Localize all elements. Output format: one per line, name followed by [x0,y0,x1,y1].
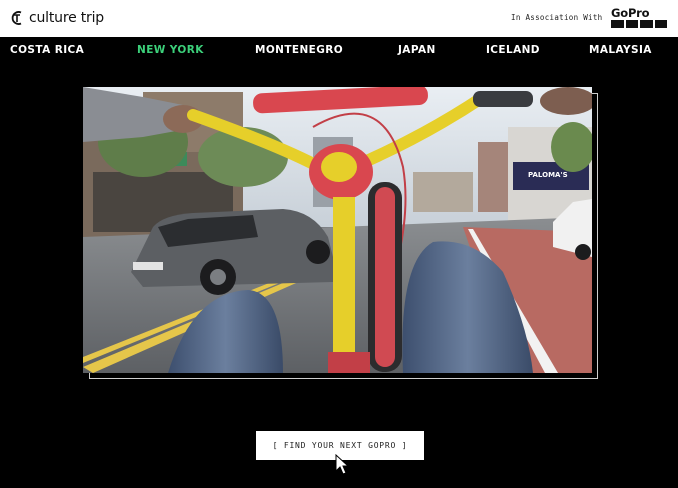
video-frame-illustration: PALOMA'S [83,87,592,373]
nav-item-costa-rica[interactable]: COSTA RICA [10,44,84,56]
video-player[interactable]: PALOMA'S [83,87,592,373]
gopro-logo-text: GoPro [611,6,650,20]
nav-item-iceland[interactable]: ICELAND [486,44,540,56]
association-label: In Association With [511,13,603,22]
logo-text: culture trip [29,10,104,26]
nav-item-new-york[interactable]: NEW YORK [137,44,204,56]
culture-trip-logo[interactable]: culture trip [10,8,104,28]
site-header: culture trip In Association With GoPro [0,0,678,37]
nav-item-malaysia[interactable]: MALAYSIA [589,44,652,56]
nav-item-montenegro[interactable]: MONTENEGRO [255,44,343,56]
destination-nav: COSTA RICA NEW YORK MONTENEGRO JAPAN ICE… [0,37,678,63]
storefront-sign-text: PALOMA'S [528,171,568,179]
gopro-logo-bars-icon [611,20,667,28]
gopro-logo[interactable]: GoPro [611,7,667,31]
nav-item-japan[interactable]: JAPAN [398,44,436,56]
culture-trip-logo-icon [11,11,22,25]
mouse-pointer-icon [335,454,349,475]
